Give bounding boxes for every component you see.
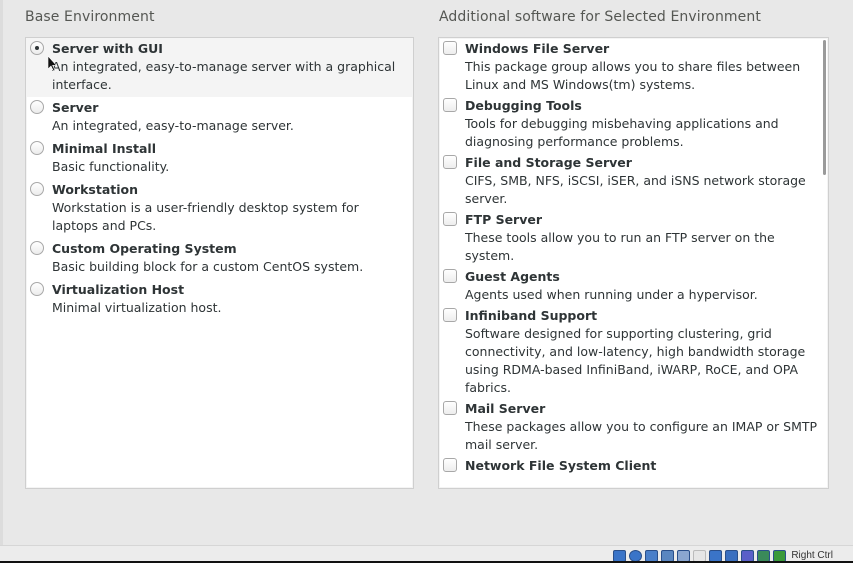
- mouse-pointer-icon: [48, 56, 58, 72]
- video-capture-icon[interactable]: [725, 549, 739, 562]
- checkbox[interactable]: [443, 98, 457, 112]
- checkbox[interactable]: [443, 269, 457, 283]
- addon-name: FTP Server: [465, 212, 543, 227]
- radio-button[interactable]: [30, 282, 44, 296]
- environment-name: Virtualization Host: [52, 282, 185, 297]
- environment-name: Server: [52, 100, 99, 115]
- environment-option[interactable]: Custom Operating System Basic building bl…: [26, 238, 413, 279]
- radio-button[interactable]: [30, 100, 44, 114]
- environment-description: Basic building block for a custom CentOS…: [52, 259, 364, 274]
- checkbox[interactable]: [443, 401, 457, 415]
- checkbox[interactable]: [443, 458, 457, 472]
- addon-name: File and Storage Server: [465, 155, 632, 170]
- radio-button[interactable]: [30, 41, 44, 55]
- addon-option[interactable]: Windows File Server This package group al…: [439, 39, 828, 96]
- environment-name: Server with GUI: [52, 41, 163, 56]
- environment-description: Minimal virtualization host.: [52, 300, 222, 315]
- base-environment-title: Base Environment: [25, 9, 155, 25]
- base-environment-list: Server with GUI An integrated, easy-to-ma…: [25, 37, 414, 489]
- addon-name: Debugging Tools: [465, 98, 582, 113]
- environment-option[interactable]: Workstation Workstation is a user-friendl…: [26, 179, 413, 238]
- environment-option[interactable]: Virtualization Host Minimal virtualizatio…: [26, 279, 413, 320]
- addon-name: Guest Agents: [465, 269, 560, 284]
- keyboard-capture-icon[interactable]: [773, 549, 787, 562]
- mouse-integration-icon[interactable]: [757, 549, 771, 562]
- addon-description: This package group allows you to share f…: [465, 59, 801, 92]
- scrollbar-thumb[interactable]: [823, 40, 826, 175]
- environment-description: An integrated, easy-to-manage server.: [52, 118, 294, 133]
- addon-option[interactable]: Mail Server These packages allow you to c…: [439, 399, 828, 456]
- optical-drive-icon[interactable]: [629, 549, 643, 562]
- display-icon[interactable]: [709, 549, 723, 562]
- window-edge: [0, 0, 3, 545]
- environment-option[interactable]: Server with GUI An integrated, easy-to-ma…: [26, 38, 413, 97]
- addon-name: Infiniband Support: [465, 308, 598, 323]
- additional-software-list: Windows File Server This package group al…: [438, 37, 829, 489]
- network-icon[interactable]: [661, 549, 675, 562]
- radio-button[interactable]: [30, 241, 44, 255]
- environment-name: Workstation: [52, 182, 139, 197]
- radio-button[interactable]: [30, 141, 44, 155]
- vm-statusbar: Right Ctrl: [0, 545, 853, 563]
- addon-description: Tools for debugging misbehaving applicat…: [465, 116, 779, 149]
- environment-description: Basic functionality.: [52, 159, 170, 174]
- hard-disk-icon[interactable]: [613, 549, 627, 562]
- addon-name: Network File System Client: [465, 458, 657, 473]
- addon-option[interactable]: File and Storage Server CIFS, SMB, NFS, i…: [439, 153, 828, 210]
- addon-description: CIFS, SMB, NFS, iSCSI, iSER, and iSNS ne…: [465, 173, 806, 206]
- addon-option[interactable]: Debugging Tools Tools for debugging misbe…: [439, 96, 828, 153]
- addon-description: Agents used when running under a hypervi…: [465, 287, 758, 302]
- environment-description: Workstation is a user-friendly desktop s…: [52, 200, 359, 233]
- addon-option[interactable]: Infiniband Support Software designed for …: [439, 306, 828, 399]
- addon-option[interactable]: Guest Agents Agents used when running und…: [439, 267, 828, 306]
- checkbox[interactable]: [443, 212, 457, 226]
- environment-option[interactable]: Minimal Install Basic functionality.: [26, 138, 413, 179]
- environment-name: Custom Operating System: [52, 241, 237, 256]
- environment-option[interactable]: Server An integrated, easy-to-manage serv…: [26, 97, 413, 138]
- addon-option[interactable]: Network File System Client: [439, 456, 828, 477]
- environment-name: Minimal Install: [52, 141, 156, 156]
- addon-option[interactable]: FTP Server These tools allow you to run a…: [439, 210, 828, 267]
- audio-icon[interactable]: [645, 549, 659, 562]
- host-key-label: Right Ctrl: [791, 550, 833, 561]
- checkbox[interactable]: [443, 155, 457, 169]
- addon-description: These tools allow you to run an FTP serv…: [465, 230, 775, 263]
- checkbox[interactable]: [443, 41, 457, 55]
- checkbox[interactable]: [443, 308, 457, 322]
- usb-icon[interactable]: [677, 549, 691, 562]
- radio-button[interactable]: [30, 182, 44, 196]
- vm-icon[interactable]: [741, 549, 755, 562]
- shared-folder-icon[interactable]: [693, 549, 707, 562]
- addon-description: Software designed for supporting cluster…: [465, 326, 806, 395]
- addon-name: Mail Server: [465, 401, 546, 416]
- environment-description: An integrated, easy-to-manage server wit…: [52, 59, 396, 92]
- addon-description: These packages allow you to configure an…: [465, 419, 818, 452]
- additional-software-title: Additional software for Selected Environ…: [439, 9, 761, 25]
- addon-name: Windows File Server: [465, 41, 610, 56]
